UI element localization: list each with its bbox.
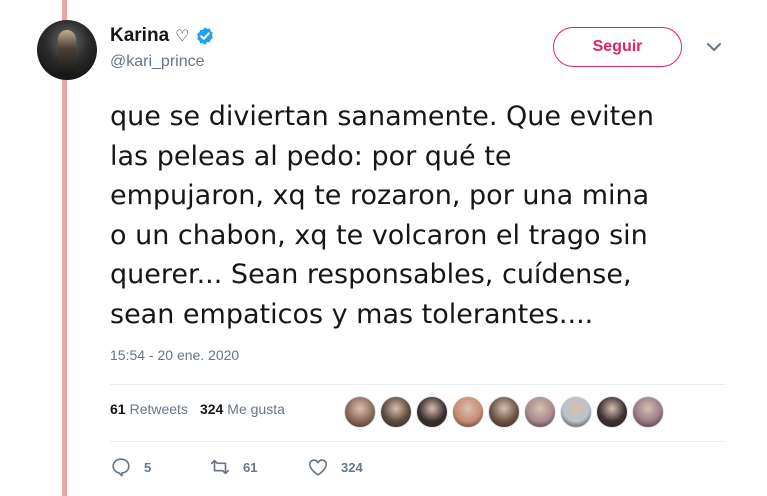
avatar-figure: [58, 30, 76, 76]
like-count: 324: [341, 459, 363, 475]
chevron-down-icon[interactable]: [705, 38, 723, 56]
user-handle[interactable]: @kari_prince: [110, 53, 205, 71]
name-row: Karina ♡: [110, 25, 215, 47]
follow-button[interactable]: Seguir: [553, 27, 682, 67]
engagement-stats: 61 Retweets 324 Me gusta: [110, 401, 297, 417]
liker-avatar[interactable]: [524, 396, 556, 428]
tweet-text-line: las peleas al pedo: por qué te: [110, 140, 512, 172]
retweet-action[interactable]: 61: [209, 456, 307, 478]
likes-stat[interactable]: 324 Me gusta: [200, 401, 285, 417]
liker-avatar[interactable]: [452, 396, 484, 428]
liker-avatar[interactable]: [596, 396, 628, 428]
tweet-text: que se diviertan sanamente. Que eviten l…: [110, 97, 730, 334]
liker-avatar[interactable]: [488, 396, 520, 428]
tweet-text-line: que se diviertan sanamente. Que eviten: [110, 101, 654, 132]
tweet-timestamp[interactable]: 15:54 - 20 ene. 2020: [110, 347, 239, 363]
likes-label: Me gusta: [227, 401, 285, 417]
verified-badge-icon: [195, 26, 215, 46]
liker-avatar[interactable]: [560, 396, 592, 428]
liker-avatar[interactable]: [416, 396, 448, 428]
retweets-label: Retweets: [129, 401, 188, 417]
retweet-icon: [210, 459, 230, 475]
avatar[interactable]: [37, 20, 97, 80]
heart-emoji-icon: ♡: [175, 28, 190, 45]
divider: [110, 441, 725, 442]
likes-count: 324: [199, 401, 224, 417]
tweet-text-line: sean empaticos y mas tolerantes....: [110, 298, 594, 330]
like-action[interactable]: 324: [307, 456, 363, 478]
liker-avatar[interactable]: [344, 396, 376, 428]
retweets-stat[interactable]: 61 Retweets: [110, 401, 188, 417]
tweet-text-line: empujaron, xq te rozaron, por una mina: [110, 180, 650, 211]
retweet-count: 61: [243, 459, 258, 475]
reply-count: 5: [144, 459, 152, 475]
tweet-text-line: o un chabon, xq te volcaron el trago sin: [110, 219, 648, 251]
liker-avatars: [344, 396, 664, 428]
reply-action[interactable]: 5: [110, 456, 209, 478]
tweet-text-line: querer... Sean responsables, cuídense,: [110, 259, 632, 290]
heart-icon: [308, 459, 328, 476]
liker-avatar[interactable]: [380, 396, 412, 428]
liker-avatar[interactable]: [632, 396, 664, 428]
tweet-actions: 5 61 324: [110, 456, 363, 478]
retweets-count: 61: [110, 401, 126, 417]
display-name[interactable]: Karina: [110, 25, 169, 47]
divider: [110, 384, 725, 385]
reply-icon: [112, 458, 130, 477]
